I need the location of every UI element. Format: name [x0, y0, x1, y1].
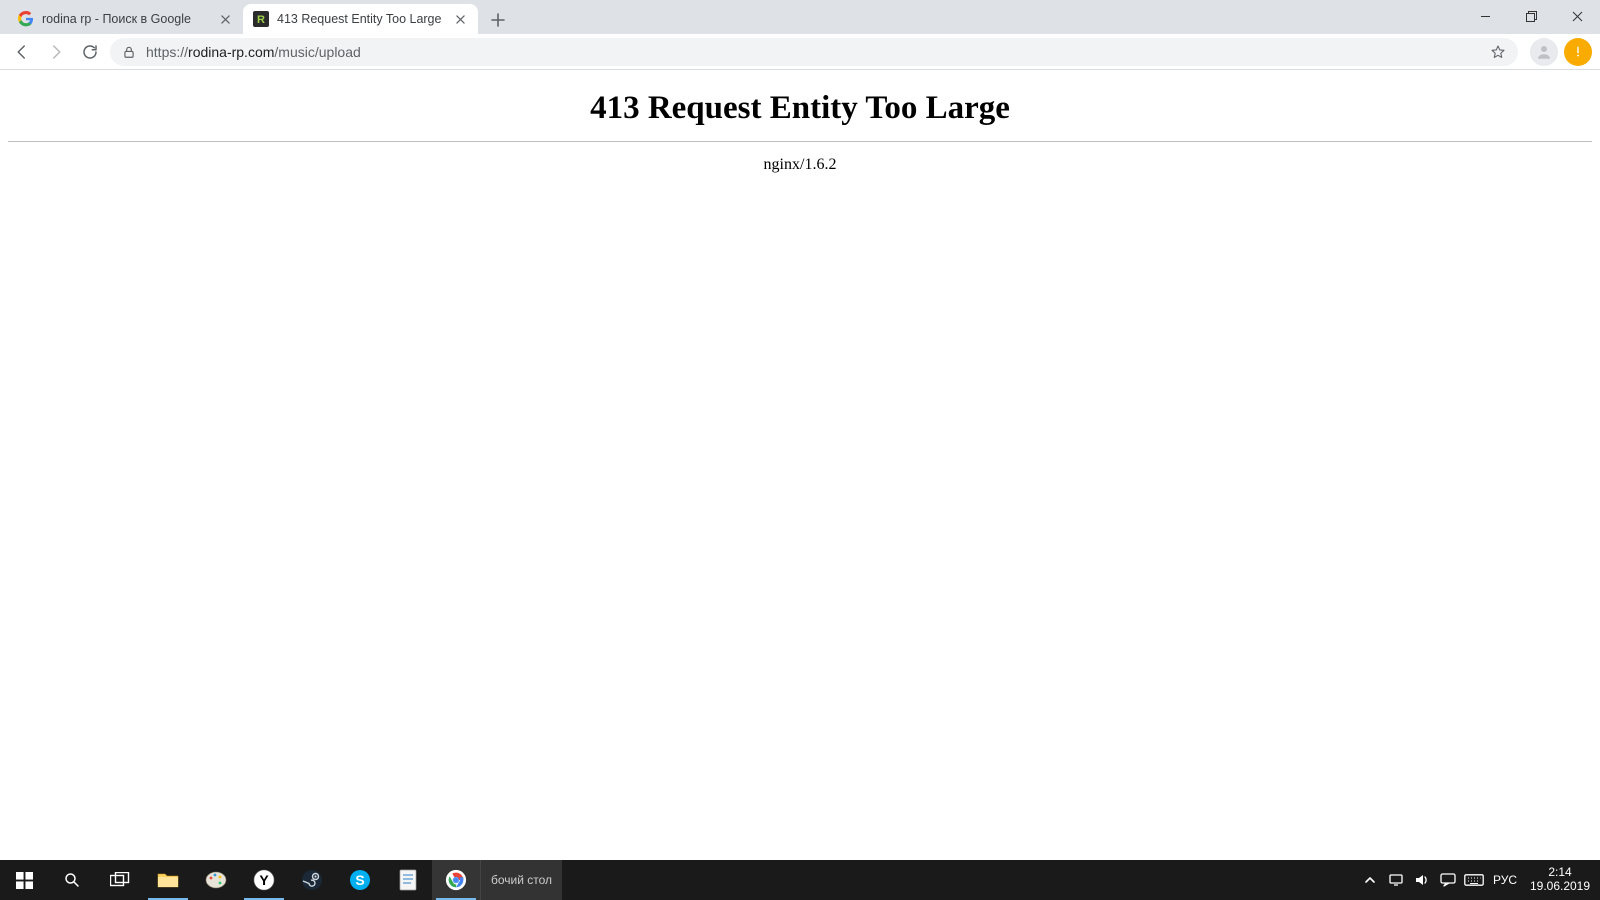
- taskbar-desktop-label[interactable]: бочий стол: [480, 860, 562, 900]
- tray-overflow-icon[interactable]: [1358, 860, 1382, 900]
- tab-error-page[interactable]: R 413 Request Entity Too Large: [243, 4, 478, 34]
- volume-icon[interactable]: [1410, 860, 1434, 900]
- page-content: 413 Request Entity Too Large nginx/1.6.2: [0, 70, 1600, 860]
- input-language-indicator[interactable]: РУС: [1488, 873, 1522, 887]
- tab-google-search[interactable]: rodina rp - Поиск в Google: [8, 4, 243, 34]
- taskbar-app-notepad[interactable]: [384, 860, 432, 900]
- system-tray: РУС 2:14 19.06.2019: [1358, 860, 1600, 900]
- taskbar-app-skype[interactable]: S: [336, 860, 384, 900]
- lock-icon: [122, 45, 136, 59]
- taskbar-app-steam[interactable]: [288, 860, 336, 900]
- reload-button[interactable]: [76, 38, 104, 66]
- clock[interactable]: 2:14 19.06.2019: [1524, 866, 1596, 894]
- close-tab-icon[interactable]: [217, 11, 233, 27]
- browser-tabstrip: rodina rp - Поиск в Google R 413 Request…: [0, 0, 1600, 34]
- site-favicon-icon: R: [253, 11, 269, 27]
- url-host: rodina-rp.com: [188, 44, 274, 60]
- keyboard-icon[interactable]: [1462, 860, 1486, 900]
- task-view-button[interactable]: [96, 860, 144, 900]
- profile-avatar-button[interactable]: [1530, 38, 1558, 66]
- update-indicator-button[interactable]: [1564, 38, 1592, 66]
- bookmark-star-icon[interactable]: [1490, 44, 1506, 60]
- svg-text:R: R: [257, 14, 265, 26]
- taskbar-left: Y S бочий стол: [0, 860, 562, 900]
- back-button[interactable]: [8, 38, 36, 66]
- network-icon[interactable]: [1384, 860, 1408, 900]
- new-tab-button[interactable]: [484, 6, 512, 34]
- windows-taskbar: Y S бочий стол: [0, 860, 1600, 900]
- url-scheme: https://: [146, 44, 188, 60]
- divider: [8, 141, 1592, 142]
- forward-button[interactable]: [42, 38, 70, 66]
- search-button[interactable]: [48, 860, 96, 900]
- lang-text: РУС: [1493, 873, 1517, 887]
- action-center-icon[interactable]: [1436, 860, 1460, 900]
- taskbar-app-paint[interactable]: [192, 860, 240, 900]
- server-signature: nginx/1.6.2: [8, 156, 1592, 174]
- start-button[interactable]: [0, 860, 48, 900]
- google-favicon-icon: [18, 11, 34, 27]
- toolbar-right: [1524, 38, 1592, 66]
- close-window-button[interactable]: [1554, 0, 1600, 32]
- taskbar-app-chrome[interactable]: [432, 860, 480, 900]
- error-heading: 413 Request Entity Too Large: [8, 90, 1592, 127]
- desktop-label-text: бочий стол: [491, 873, 552, 887]
- taskbar-app-file-explorer[interactable]: [144, 860, 192, 900]
- svg-text:S: S: [355, 872, 364, 888]
- address-bar[interactable]: https://rodina-rp.com/music/upload: [110, 38, 1518, 66]
- close-tab-icon[interactable]: [452, 11, 468, 27]
- taskbar-app-yandex-browser[interactable]: Y: [240, 860, 288, 900]
- tab-title: rodina rp - Поиск в Google: [42, 12, 209, 26]
- clock-date: 19.06.2019: [1524, 880, 1596, 894]
- tab-title: 413 Request Entity Too Large: [277, 12, 444, 26]
- window-controls: [1462, 0, 1600, 32]
- minimize-button[interactable]: [1462, 0, 1508, 32]
- url-text: https://rodina-rp.com/music/upload: [146, 44, 1480, 60]
- url-path: /music/upload: [274, 44, 360, 60]
- svg-text:Y: Y: [259, 872, 269, 888]
- clock-time: 2:14: [1524, 866, 1596, 880]
- maximize-button[interactable]: [1508, 0, 1554, 32]
- browser-toolbar: https://rodina-rp.com/music/upload: [0, 34, 1600, 70]
